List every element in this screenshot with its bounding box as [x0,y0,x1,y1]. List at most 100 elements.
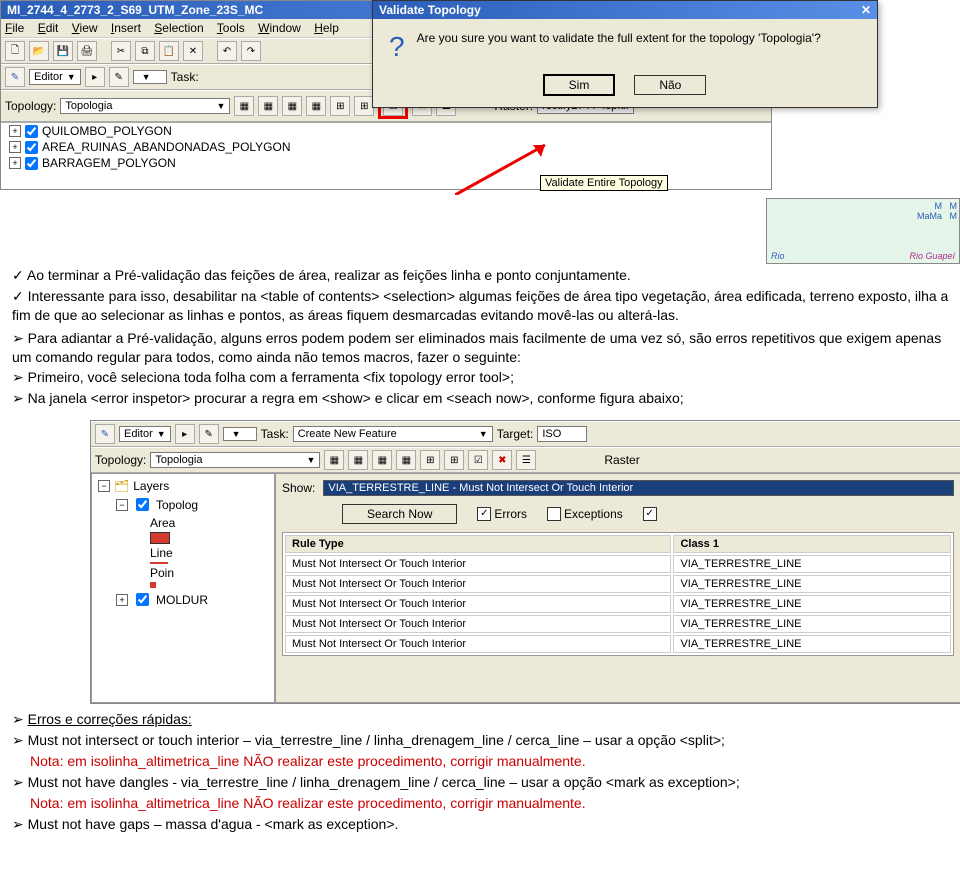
menu-edit[interactable]: Edit [38,21,59,35]
topo-tool-icon[interactable]: ▦ [258,96,278,116]
topo-tool-icon[interactable]: ▦ [324,450,344,470]
topo-tool-icon[interactable]: ▦ [348,450,368,470]
layer-row[interactable]: + AREA_RUINAS_ABANDONADAS_POLYGON [1,139,771,155]
cut-icon[interactable]: ✂ [111,41,131,61]
search-now-button[interactable]: Search Now [342,504,457,524]
col-class1[interactable]: Class 1 [673,535,951,553]
undo-icon[interactable]: ↶ [217,41,237,61]
tool-dropdown[interactable]: ▼ [133,70,167,84]
collapse-icon[interactable]: − [116,499,128,511]
layer-checkbox[interactable] [136,498,149,511]
topology-toolbar-2: Topology: Topologia▼ ▦ ▦ ▦ ▦ ⊞ ⊞ ☑ ✖ ☰ R… [91,447,960,473]
extra-checkbox[interactable]: ✓ [643,507,657,521]
table-row[interactable]: Must Not Intersect Or Touch InteriorVIA_… [285,595,951,613]
tree-symbol [148,531,270,545]
topo-tool-icon[interactable]: ▦ [282,96,302,116]
col-rule-type[interactable]: Rule Type [285,535,671,553]
expand-icon[interactable]: + [9,141,21,153]
topology-label: Topology: [95,453,146,467]
topo-tool-icon[interactable]: ⊞ [420,450,440,470]
validate-tooltip: Validate Entire Topology [540,175,668,191]
menu-file[interactable]: File [5,21,24,35]
editor-dropdown[interactable]: Editor▼ [119,426,171,442]
topology-select[interactable]: Topologia▼ [60,98,230,114]
redo-icon[interactable]: ↷ [241,41,261,61]
topology-select[interactable]: Topologia▼ [150,452,320,468]
show-select[interactable]: VIA_TERRESTRE_LINE - Must Not Intersect … [323,480,954,496]
bullet-text: Must not intersect or touch interior – v… [12,731,952,750]
topo-tool-icon[interactable]: ☰ [516,450,536,470]
delete-icon[interactable]: ✕ [183,41,203,61]
bullet-text: Must not have dangles - via_terrestre_li… [12,773,952,792]
bullet-text: Must not have gaps – massa d'agua - <mar… [12,815,952,834]
menu-selection[interactable]: Selection [154,21,203,35]
menu-insert[interactable]: Insert [111,21,141,35]
target-select[interactable]: ISO [537,426,587,442]
pointer-icon[interactable]: ▸ [175,424,195,444]
editor-icon[interactable]: ✎ [5,67,25,87]
collapse-icon[interactable]: − [98,480,110,492]
layer-checkbox[interactable] [25,141,38,154]
table-row[interactable]: Must Not Intersect Or Touch InteriorVIA_… [285,635,951,653]
tree-sub: Area [148,515,270,531]
show-label: Show: [282,481,315,495]
chevron-down-icon: ▼ [67,72,76,82]
open-icon[interactable]: 📂 [29,41,49,61]
save-icon[interactable]: 💾 [53,41,73,61]
table-row[interactable]: Must Not Intersect Or Touch InteriorVIA_… [285,555,951,573]
topo-tool-icon[interactable]: ⊞ [444,450,464,470]
errors-checkbox[interactable]: ✓Errors [477,507,527,521]
topo-tool-icon[interactable]: ☑ [468,450,488,470]
topo-tool-icon[interactable]: ▦ [396,450,416,470]
print-icon[interactable]: 🖨 [77,41,97,61]
map-overview: M MMaMa M Rio Rio Guapeí [766,198,960,264]
tree-label: Topolog [156,498,198,512]
layer-row[interactable]: + QUILOMBO_POLYGON [1,123,771,139]
menu-help[interactable]: Help [314,21,339,35]
layer-row[interactable]: + BARRAGEM_POLYGON [1,155,771,171]
layer-checkbox[interactable] [25,157,38,170]
menu-window[interactable]: Window [258,21,301,35]
menu-tools[interactable]: Tools [217,21,245,35]
pointer-icon[interactable]: ▸ [85,67,105,87]
bullet-note: Nota: em isolinha_altimetrica_line NÃO r… [12,794,952,813]
copy-icon[interactable]: ⧉ [135,41,155,61]
table-row[interactable]: Must Not Intersect Or Touch InteriorVIA_… [285,575,951,593]
dialog-message: Are you sure you want to validate the fu… [417,31,821,45]
editor-toolbar-2: ✎ Editor▼ ▸ ✎ ▼ Task: Create New Feature… [91,421,960,447]
editor-icon[interactable]: ✎ [95,424,115,444]
editor-dropdown[interactable]: Editor▼ [29,69,81,85]
topo-tool-icon[interactable]: ▦ [306,96,326,116]
table-row[interactable]: Must Not Intersect Or Touch InteriorVIA_… [285,615,951,633]
pencil-icon[interactable]: ✎ [199,424,219,444]
new-doc-icon[interactable]: 🗋 [5,41,25,61]
expand-icon[interactable]: + [9,157,21,169]
point-symbol-icon [150,582,156,588]
pencil-icon[interactable]: ✎ [109,67,129,87]
tree-label: MOLDUR [156,593,208,607]
task-select[interactable]: Create New Feature▼ [293,426,493,442]
tool-dropdown[interactable]: ▼ [223,427,257,441]
expand-icon[interactable]: + [116,594,128,606]
topo-error-icon[interactable]: ✖ [492,450,512,470]
topo-tool-icon[interactable]: ▦ [372,450,392,470]
close-icon[interactable]: ✕ [861,3,871,17]
exceptions-checkbox[interactable]: Exceptions [547,507,623,521]
expand-icon[interactable]: + [9,125,21,137]
dialog-titlebar: Validate Topology ✕ [373,1,877,19]
topo-tool-icon[interactable]: ⊞ [330,96,350,116]
layers-root[interactable]: − 🗂 Layers [96,478,270,494]
no-button[interactable]: Não [634,75,706,95]
menu-view[interactable]: View [72,21,98,35]
tree-sublabel: Poin [150,566,174,580]
tree-item[interactable]: + MOLDUR [114,589,270,610]
target-label: Target: [497,427,534,441]
layer-name: AREA_RUINAS_ABANDONADAS_POLYGON [42,140,291,154]
topo-tool-icon[interactable]: ▦ [234,96,254,116]
layer-checkbox[interactable] [136,593,149,606]
tree-item[interactable]: − Topolog [114,494,270,515]
paste-icon[interactable]: 📋 [159,41,179,61]
yes-button[interactable]: Sim [544,75,615,95]
line-symbol-icon [150,562,168,564]
layer-checkbox[interactable] [25,125,38,138]
